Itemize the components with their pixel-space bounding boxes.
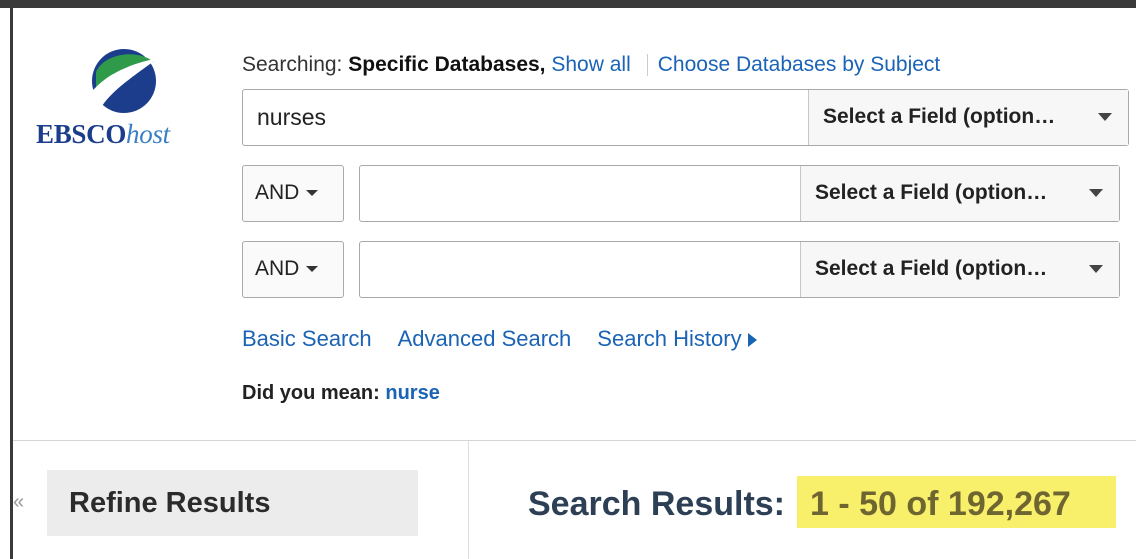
did-you-mean-suggestion-link[interactable]: nurse: [385, 382, 439, 404]
did-you-mean-label: Did you mean:: [242, 382, 380, 404]
boolean-operator-select-3[interactable]: AND: [242, 241, 344, 298]
did-you-mean: Did you mean: nurse: [242, 382, 440, 405]
dropdown-caret-icon: [1089, 265, 1103, 273]
refine-results-title: Refine Results: [69, 487, 271, 519]
search-input-1[interactable]: nurses: [257, 104, 326, 131]
show-all-link[interactable]: Show all: [551, 53, 630, 76]
searching-line: Searching: Specific Databases, Show all C…: [242, 53, 940, 77]
advanced-search-link[interactable]: Advanced Search: [398, 326, 572, 351]
field-select-2-label: Select a Field (option…: [815, 181, 1048, 204]
logo-wordmark: EBSCOhost: [36, 119, 170, 149]
search-results-count: 1 - 50 of 192,267: [810, 485, 1071, 523]
collapse-sidebar-icon[interactable]: «: [13, 491, 24, 514]
search-mode-links: Basic Search Advanced Search Search Histor…: [242, 326, 757, 352]
field-select-3[interactable]: Select a Field (option…: [800, 242, 1119, 297]
column-divider: [468, 441, 469, 559]
search-row-1: nurses Select a Field (option…: [242, 89, 1129, 146]
search-history-label: Search History: [597, 326, 742, 351]
dropdown-caret-icon: [306, 266, 319, 273]
boolean-operator-select-2[interactable]: AND: [242, 165, 344, 222]
field-select-1-label: Select a Field (option…: [823, 105, 1056, 128]
search-history-link[interactable]: Search History: [597, 326, 757, 351]
search-results-label: Search Results:: [528, 485, 785, 523]
dropdown-caret-icon: [1098, 113, 1112, 121]
window-left-border: [10, 8, 13, 559]
ebscohost-logo[interactable]: EBSCOhost: [36, 48, 206, 158]
search-row-2: Select a Field (option…: [359, 165, 1120, 222]
ebsco-globe-icon: [90, 49, 158, 113]
triangle-right-icon: [747, 333, 757, 348]
divider: [646, 54, 648, 77]
window-top-border: [0, 0, 1136, 8]
choose-databases-by-subject-link[interactable]: Choose Databases by Subject: [658, 53, 941, 76]
field-select-2[interactable]: Select a Field (option…: [800, 166, 1119, 221]
boolean-operator-label-2: AND: [255, 181, 300, 204]
search-row-3: Select a Field (option…: [359, 241, 1120, 298]
section-divider: [13, 440, 1136, 441]
field-select-3-label: Select a Field (option…: [815, 257, 1048, 280]
basic-search-link[interactable]: Basic Search: [242, 326, 372, 351]
refine-results-header: Refine Results: [47, 470, 418, 536]
boolean-operator-label-3: AND: [255, 257, 300, 280]
searching-databases: Specific Databases,: [348, 53, 546, 76]
field-select-1[interactable]: Select a Field (option…: [808, 90, 1128, 145]
dropdown-caret-icon: [1089, 189, 1103, 197]
dropdown-caret-icon: [306, 190, 319, 197]
searching-label: Searching:: [242, 53, 343, 76]
